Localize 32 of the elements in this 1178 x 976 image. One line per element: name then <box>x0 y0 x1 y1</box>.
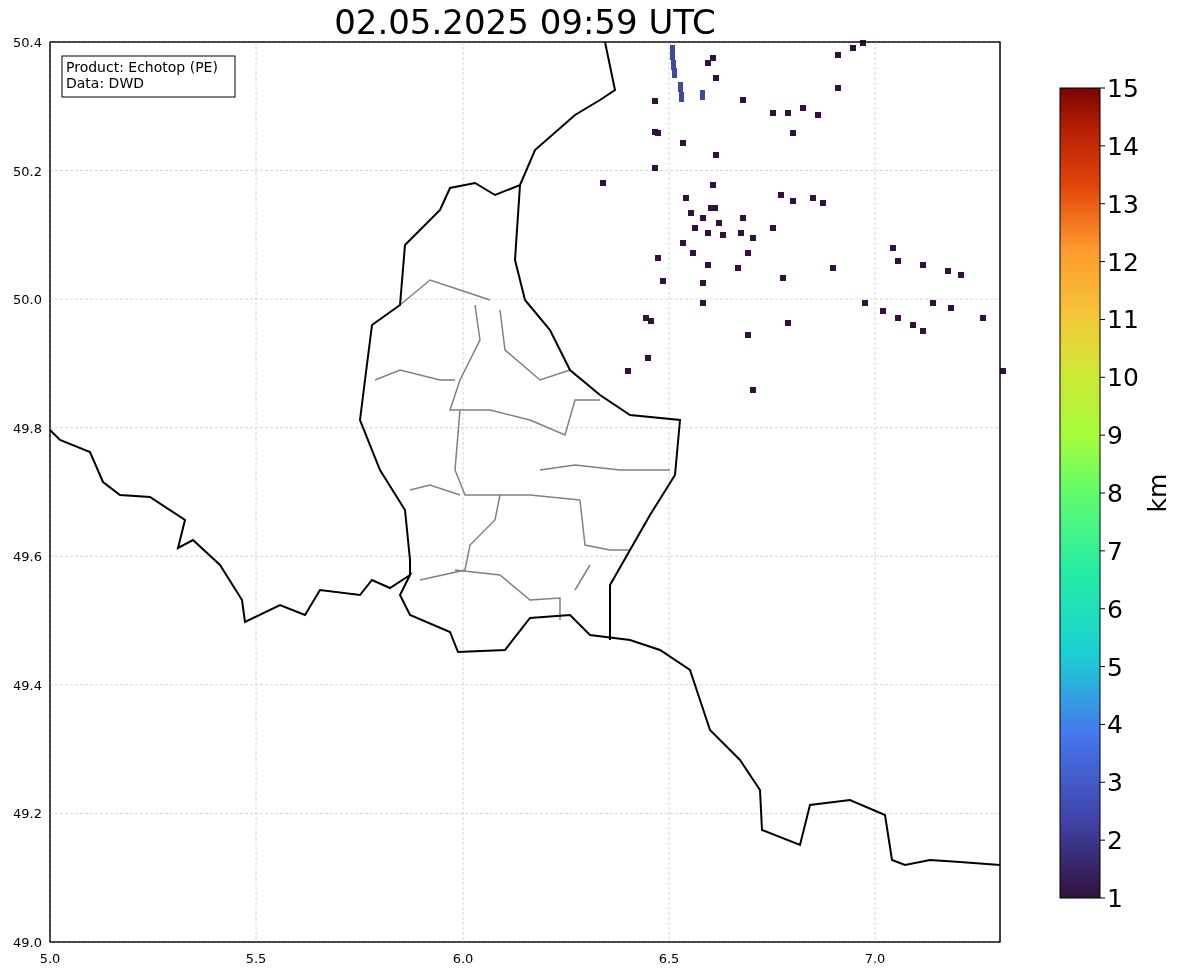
figure-title: 02.05.2025 09:59 UTC <box>334 2 716 42</box>
colorbar-tick-label: 14 <box>1107 131 1139 161</box>
colorbar-tick-label: 8 <box>1107 479 1123 508</box>
colorbar-label: km <box>1143 473 1172 513</box>
colorbar-tick-label: 10 <box>1107 363 1139 393</box>
axis-tick-label: 6.0 <box>452 951 474 966</box>
colorbar-tick-label: 9 <box>1107 421 1123 451</box>
info-text: Product: Echotop (PE) <box>66 59 218 75</box>
axis-tick-label: 49.2 <box>13 806 42 822</box>
axis-tick-label: 49.4 <box>13 677 42 693</box>
colorbar-tick-label: 7 <box>1107 536 1123 566</box>
axis-tick-label: 50.4 <box>13 35 42 50</box>
axis-tick-label: 49.0 <box>13 935 42 950</box>
colorbar-tick-label: 2 <box>1107 826 1123 856</box>
info-text: Data: DWD <box>66 75 144 91</box>
colorbar-tick-label: 11 <box>1107 305 1139 335</box>
colorbar-tick-label: 6 <box>1107 594 1123 624</box>
colorbar-tick-label: 12 <box>1107 247 1139 277</box>
axis-tick-label: 50.0 <box>13 292 42 308</box>
colorbar-tick-label: 3 <box>1107 768 1123 798</box>
axis-tick-label: 7.0 <box>864 951 886 966</box>
axis-tick-label: 49.8 <box>13 420 42 436</box>
colorbar-tick-label: 15 <box>1107 74 1139 103</box>
axis-tick-label: 6.5 <box>658 951 680 966</box>
axis-tick-label: 5.0 <box>39 951 61 966</box>
axis-tick-label: 49.6 <box>13 549 42 565</box>
colorbar-tick-label: 5 <box>1107 652 1123 682</box>
colorbar-tick-label: 4 <box>1107 710 1123 740</box>
axis-tick-label: 50.2 <box>13 163 42 179</box>
colorbar-tick-label: 13 <box>1107 189 1139 219</box>
axis-tick-label: 5.5 <box>245 951 267 966</box>
colorbar-tick-label: 1 <box>1107 884 1123 913</box>
